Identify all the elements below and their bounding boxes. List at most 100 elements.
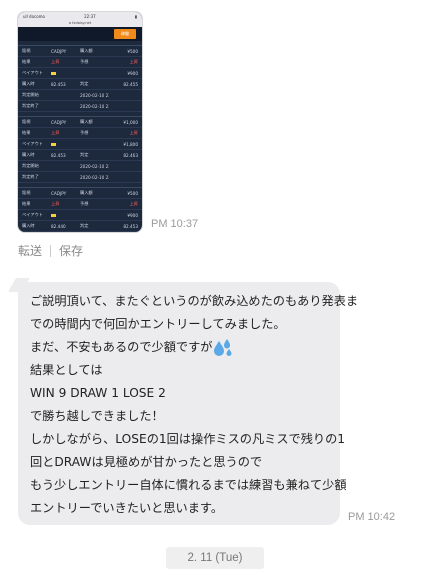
thumb-trade-cell: 予想 <box>80 130 89 135</box>
thumb-trade-cell: 82.453 <box>51 81 66 87</box>
thumb-trade-row: 判定終了 2020-02-10 22:36:34 <box>18 172 142 183</box>
thumb-trade-cell: 2020-02-10 22:36:34 <box>80 174 109 180</box>
thumb-trade-cell: 判定 <box>80 223 89 228</box>
sweat-droplets-icon <box>214 338 232 356</box>
thumb-trade-cell: ペイアウト <box>22 141 43 146</box>
thumb-trade-cell: 上昇 <box>51 59 60 64</box>
thumb-clock: 22:37 <box>84 14 96 19</box>
thumb-trade-cell: 結果 <box>22 59 31 64</box>
thumb-status-bar: ull docomo 22:37 ▮ <box>18 12 142 21</box>
thumb-trade-cell: 予想 <box>80 59 89 64</box>
thumb-carrier: ull docomo <box>23 14 46 19</box>
thumbnail-timestamp: PM 10:37 <box>151 218 199 230</box>
thumb-trade-row: 判定終了 2020-02-10 22:32:32 <box>18 101 142 112</box>
thumb-header: 稼働 <box>18 27 142 41</box>
thumb-orange-button: 稼働 <box>114 29 136 39</box>
thumb-trade-cell: 銘柄 <box>22 190 31 195</box>
thumb-trade-row: 判定開始 2020-02-10 22:29:32 <box>18 90 142 101</box>
thumb-trade-row: 銘柄 CADJPY 購入額 ¥500 <box>18 46 142 57</box>
message-line: ご説明頂いて、またぐというのが飲み込めたのもあり発表ま <box>30 294 359 308</box>
thumb-trade-cell: ペイアウト <box>22 70 43 75</box>
thumb-trade-cell: 購入額 <box>80 190 93 195</box>
thumb-trade-cell: ¥1,000 <box>123 119 138 125</box>
thumb-trade-row: 結果 上昇 予想 上昇 <box>18 199 142 210</box>
date-divider: 2. 11 (Tue) <box>166 547 264 569</box>
thumb-trade-row: ペイアウト ¥1,800 <box>18 139 142 150</box>
thumb-trade-list: 銘柄 CADJPY 購入額 ¥500 結果 上昇 予想 上昇 ペイアウト ¥900 購入時 82.45… <box>18 45 142 232</box>
thumb-trade-cell: 判定 <box>80 152 89 157</box>
thumb-trade-cell: 購入時 <box>22 223 35 228</box>
thumb-trade-cell: 82.455 <box>123 81 138 87</box>
thumb-trade-row: 購入時 82.453 判定 82.463 <box>18 150 142 161</box>
message-line: まだ、不安もあるので少額ですが <box>30 336 336 359</box>
thumb-trade-cell: CADJPY <box>51 190 67 196</box>
message-line: しかしながら、LOSEの1回は操作ミスの凡ミスで残りの1 <box>30 432 346 446</box>
message-line-text: まだ、不安もあるので少額ですが <box>30 340 213 354</box>
thumb-trade-cell: 購入額 <box>80 119 93 124</box>
thumb-trade-cell: ¥900 <box>127 212 138 218</box>
thumb-trade-cell: 購入額 <box>80 48 93 53</box>
thumb-trade-row: 銘柄 CADJPY 購入額 ¥1,000 <box>18 117 142 128</box>
thumb-trade-cell: 判定開始 <box>22 163 39 168</box>
thumb-trade-cell: 上昇 <box>51 130 60 135</box>
thumb-trade-cell: ¥900 <box>127 70 138 76</box>
thumb-trade-cell: 上昇 <box>51 201 60 206</box>
flag-icon <box>51 71 57 75</box>
thumb-trade-row: 結果 上昇 予想 上昇 <box>18 57 142 68</box>
image-actions: 転送 保存 <box>18 242 83 259</box>
thumb-trade-cell: 82.463 <box>123 152 138 158</box>
thumb-trade-cell: 購入時 <box>22 81 35 86</box>
screenshot-thumbnail[interactable]: ull docomo 22:37 ▮ a fxdaisy.net 稼働 銘柄 CA… <box>18 12 142 232</box>
forward-button[interactable]: 転送 <box>18 242 42 259</box>
thumb-trade-cell: ¥500 <box>127 48 138 54</box>
message-line: WIN 9 DRAW 1 LOSE 2 <box>30 386 166 400</box>
message-line: での時間内で何回かエントリーしてみました。 <box>30 317 286 331</box>
thumb-trade-cell: 銘柄 <box>22 119 31 124</box>
thumb-trade-cell: ペイアウト <box>22 212 43 217</box>
message-line: で勝ち越しできました！ <box>30 409 164 423</box>
thumb-trade-cell: ¥1,800 <box>123 141 138 147</box>
thumb-trade-row: 判定開始 2020-02-10 22:33:34 <box>18 161 142 172</box>
thumb-trade-card: 銘柄 CADJPY 購入額 ¥1,000 結果 上昇 予想 上昇ペイアウト ¥1,800 購入時 8… <box>18 116 142 183</box>
thumb-trade-row: 購入時 82.453 判定 82.455 <box>18 79 142 90</box>
save-button[interactable]: 保存 <box>59 242 83 259</box>
message-line: もう少しエントリー自体に慣れるまでは練習も兼ねて少額 <box>30 478 347 492</box>
thumb-trade-cell: 上昇 <box>129 130 138 135</box>
thumb-trade-cell: 82.453 <box>51 152 66 158</box>
action-divider <box>50 244 52 257</box>
thumb-trade-cell: 判定終了 <box>22 174 39 179</box>
message-line: 回とDRAWは見極めが甘かったと思うので <box>30 455 263 469</box>
thumb-trade-row: ペイアウト ¥900 <box>18 210 142 221</box>
thumb-trade-cell: CADJPY <box>51 119 67 125</box>
message-line: エントリーでいきたいと思います。 <box>30 501 224 515</box>
thumb-trade-cell: ¥500 <box>127 190 138 196</box>
thumb-trade-row: ペイアウト ¥900 <box>18 68 142 79</box>
thumb-trade-cell: 上昇 <box>129 201 138 206</box>
thumb-trade-cell: 2020-02-10 22:32:32 <box>80 103 109 109</box>
thumb-trade-cell: 上昇 <box>129 59 138 64</box>
battery-icon: ▮ <box>134 14 137 19</box>
thumb-trade-cell: 判定 <box>80 81 89 86</box>
thumb-trade-card: 銘柄 CADJPY 購入額 ¥500 結果 上昇 予想 上昇ペイアウト ¥900 購入時 82.45… <box>18 45 142 112</box>
thumb-trade-cell: 判定終了 <box>22 103 39 108</box>
thumb-trade-cell: 予想 <box>80 201 89 206</box>
thumb-trade-row: 銘柄 CADJPY 購入額 ¥500 <box>18 188 142 199</box>
message-text: ご説明頂いて、またぐというのが飲み込めたのもあり発表ま での時間内で何回かエント… <box>30 290 359 520</box>
message-line: 結果としては <box>30 363 103 377</box>
thumb-trade-cell: CADJPY <box>51 48 67 54</box>
thumb-trade-card: 銘柄 CADJPY 購入額 ¥500 結果 上昇 予想 上昇ペイアウト ¥900 購入時 82.44… <box>18 187 142 232</box>
thumb-trade-cell: 2020-02-10 22:29:32 <box>80 92 109 98</box>
thumb-trade-cell: 2020-02-10 22:33:34 <box>80 163 109 169</box>
thumb-trade-cell: 82.440 <box>51 223 66 229</box>
thumb-trade-row: 購入時 82.440 判定 82.453 <box>18 221 142 232</box>
thumb-trade-cell: 結果 <box>22 201 31 206</box>
flag-icon <box>51 213 57 217</box>
thumb-trade-row: 結果 上昇 予想 上昇 <box>18 128 142 139</box>
flag-icon <box>51 142 57 146</box>
thumb-trade-cell: 82.453 <box>123 223 138 229</box>
thumb-trade-cell: 銘柄 <box>22 48 31 53</box>
thumb-trade-cell: 購入時 <box>22 152 35 157</box>
thumb-trade-cell: 判定開始 <box>22 92 39 97</box>
message-timestamp: PM 10:42 <box>348 511 396 523</box>
thumb-trade-cell: 結果 <box>22 130 31 135</box>
